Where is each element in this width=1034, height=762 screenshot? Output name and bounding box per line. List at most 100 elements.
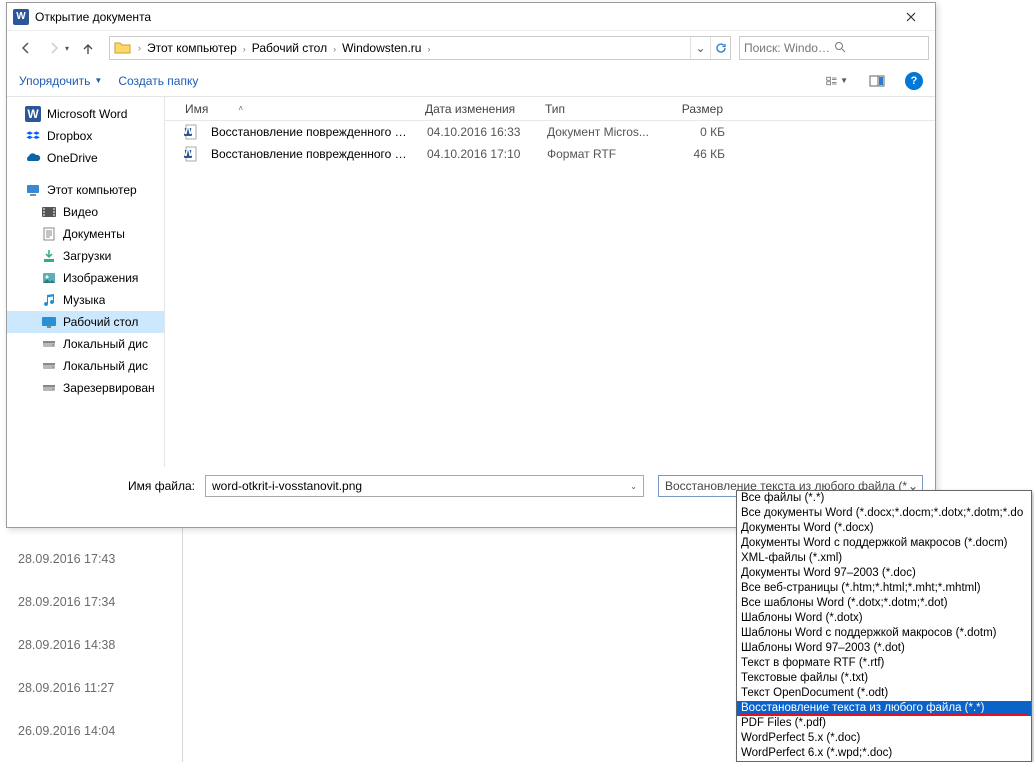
sidebar-item-pc[interactable]: Этот компьютер xyxy=(7,179,164,201)
sidebar-item-label: Локальный дис xyxy=(63,337,148,351)
sidebar: WMicrosoft WordDropbox OneDrive Этот компь… xyxy=(7,97,165,467)
help-button[interactable]: ? xyxy=(905,72,923,90)
dropbox-icon xyxy=(25,128,41,144)
filetype-option[interactable]: XML-файлы (*.xml) xyxy=(737,551,1031,566)
file-row[interactable]: WВосстановление поврежденного файл...04.… xyxy=(165,143,935,165)
column-headers: Имя˄ Дата изменения Тип Размер xyxy=(165,97,935,121)
organize-label: Упорядочить xyxy=(19,74,90,88)
sidebar-item-docs[interactable]: Документы xyxy=(7,223,164,245)
file-pane: Имя˄ Дата изменения Тип Размер W Восстано… xyxy=(165,97,935,467)
background-divider xyxy=(182,528,183,762)
file-name: Восстановление поврежденного файл... xyxy=(205,125,421,139)
refresh-button[interactable] xyxy=(710,37,730,59)
arrow-up-icon xyxy=(81,41,95,55)
sidebar-item-label: OneDrive xyxy=(47,151,98,165)
refresh-icon xyxy=(715,42,727,54)
file-size: 0 КБ xyxy=(661,125,731,139)
filetype-option[interactable]: WordPerfect 5.x (*.doc) xyxy=(737,731,1031,746)
filetype-option[interactable]: PDF Files (*.pdf) xyxy=(737,716,1031,731)
filetype-option[interactable]: WordPerfect 6.x (*.wpd;*.doc) xyxy=(737,746,1031,761)
file-name: Восстановление поврежденного файл... xyxy=(205,147,421,161)
onedrive-icon xyxy=(25,150,41,166)
sidebar-item-dropbox[interactable]: Dropbox xyxy=(7,125,164,147)
arrow-left-icon xyxy=(19,41,33,55)
search-input[interactable]: Поиск: Windowsten.ru xyxy=(739,36,929,60)
sidebar-item-drive[interactable]: Локальный дис xyxy=(7,355,164,377)
chevron-down-icon: ▼ xyxy=(94,76,102,85)
column-name[interactable]: Имя˄ xyxy=(165,102,419,116)
word-icon: W xyxy=(25,106,41,122)
file-row[interactable]: W Восстановление поврежденного файл...04.… xyxy=(165,121,935,143)
breadcrumb-1[interactable]: Рабочий стол xyxy=(248,41,331,55)
address-dropdown-icon[interactable]: ⌄ xyxy=(690,37,710,59)
file-type: Документ Micros... xyxy=(541,125,661,139)
breadcrumb-2[interactable]: Windowsten.ru xyxy=(338,41,425,55)
sidebar-item-onedrive[interactable]: OneDrive xyxy=(7,147,164,169)
filetype-option[interactable]: Документы Word 97–2003 (*.doc) xyxy=(737,566,1031,581)
folder-icon xyxy=(114,40,132,56)
filetype-dropdown[interactable]: Все файлы (*.*)Все документы Word (*.doc… xyxy=(736,490,1032,762)
back-button[interactable] xyxy=(13,35,39,61)
file-type: Формат RTF xyxy=(541,147,661,161)
sidebar-item-drive[interactable]: Локальный дис xyxy=(7,333,164,355)
column-size[interactable]: Размер xyxy=(659,102,729,116)
images-icon xyxy=(41,270,57,286)
filetype-option[interactable]: Шаблоны Word (*.dotx) xyxy=(737,611,1031,626)
new-folder-button[interactable]: Создать папку xyxy=(118,74,198,88)
filetype-option[interactable]: Документы Word с поддержкой макросов (*.… xyxy=(737,536,1031,551)
file-date: 04.10.2016 16:33 xyxy=(421,125,541,139)
svg-text:W: W xyxy=(183,124,194,137)
filetype-option[interactable]: Шаблоны Word с поддержкой макросов (*.do… xyxy=(737,626,1031,641)
preview-icon xyxy=(869,75,885,87)
search-placeholder: Поиск: Windowsten.ru xyxy=(744,41,834,55)
sidebar-item-label: Локальный дис xyxy=(63,359,148,373)
video-icon xyxy=(41,204,57,220)
filetype-option[interactable]: Шаблоны Word 97–2003 (*.dot) xyxy=(737,641,1031,656)
organize-button[interactable]: Упорядочить ▼ xyxy=(19,74,102,88)
download-icon xyxy=(41,248,57,264)
titlebar: W Открытие документа xyxy=(7,3,935,31)
filetype-option[interactable]: Документы Word (*.docx) xyxy=(737,521,1031,536)
preview-pane-button[interactable] xyxy=(865,70,889,92)
pc-icon xyxy=(25,182,41,198)
background-timestamp: 28.09.2016 17:34 xyxy=(18,595,115,609)
open-file-dialog: W Открытие документа ▾ › Этот компьютер›… xyxy=(6,2,936,528)
close-button[interactable] xyxy=(888,3,933,31)
filetype-option[interactable]: Все шаблоны Word (*.dotx;*.dotm;*.dot) xyxy=(737,596,1031,611)
chevron-down-icon[interactable]: ⌄ xyxy=(628,482,639,491)
breadcrumb-0[interactable]: Этот компьютер xyxy=(143,41,241,55)
filename-input[interactable]: word-otkrit-i-vosstanovit.png ⌄ xyxy=(205,475,644,497)
filetype-option[interactable]: Все файлы (*.*) xyxy=(737,491,1031,506)
word-app-icon: W xyxy=(13,9,29,25)
desktop-icon xyxy=(41,314,57,330)
filetype-option[interactable]: Восстановление текста из любого файла (*… xyxy=(737,701,1031,716)
sidebar-item-label: Зарезервирован xyxy=(63,381,155,395)
view-mode-button[interactable]: ▼ xyxy=(825,70,849,92)
file-date: 04.10.2016 17:10 xyxy=(421,147,541,161)
chevron-down-icon: ▼ xyxy=(840,76,848,85)
docs-icon xyxy=(41,226,57,242)
history-dropdown-icon[interactable]: ▾ xyxy=(65,44,69,53)
view-icon xyxy=(826,75,838,87)
sidebar-item-desktop[interactable]: Рабочий стол xyxy=(7,311,164,333)
column-type[interactable]: Тип xyxy=(539,102,659,116)
address-bar[interactable]: › Этот компьютер›Рабочий стол›Windowsten… xyxy=(109,36,731,60)
sidebar-item-word[interactable]: WMicrosoft Word xyxy=(7,103,164,125)
column-date[interactable]: Дата изменения xyxy=(419,102,539,116)
sidebar-item-label: Документы xyxy=(63,227,125,241)
filetype-option[interactable]: Все документы Word (*.docx;*.docm;*.dotx… xyxy=(737,506,1031,521)
sidebar-item-images[interactable]: Изображения xyxy=(7,267,164,289)
filename-label: Имя файла: xyxy=(19,479,199,493)
sidebar-item-download[interactable]: Загрузки xyxy=(7,245,164,267)
filetype-option[interactable]: Все веб-страницы (*.htm;*.html;*.mht;*.m… xyxy=(737,581,1031,596)
filetype-option[interactable]: Текст в формате RTF (*.rtf) xyxy=(737,656,1031,671)
chevron-right-icon: › xyxy=(241,44,248,54)
filetype-option[interactable]: Текст OpenDocument (*.odt) xyxy=(737,686,1031,701)
sidebar-item-video[interactable]: Видео xyxy=(7,201,164,223)
sidebar-item-music[interactable]: Музыка xyxy=(7,289,164,311)
up-button[interactable] xyxy=(75,35,101,61)
sidebar-item-drive[interactable]: Зарезервирован xyxy=(7,377,164,399)
filetype-option[interactable]: Текстовые файлы (*.txt) xyxy=(737,671,1031,686)
forward-button[interactable] xyxy=(41,35,67,61)
chevron-right-icon: › xyxy=(425,44,432,54)
